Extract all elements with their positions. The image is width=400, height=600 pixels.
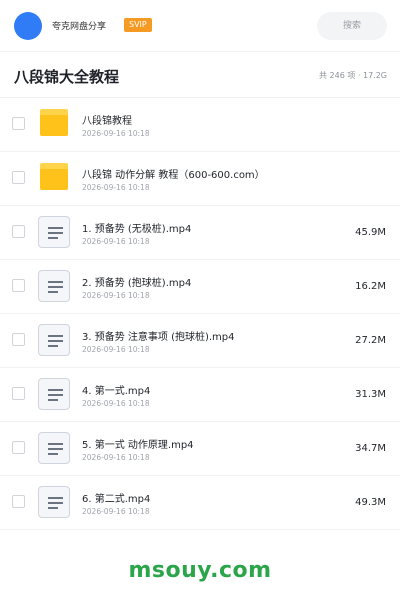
footer: msouy.com (0, 548, 400, 600)
item-date: 2026-09-16 10:18 (82, 507, 150, 516)
file-icon (38, 432, 70, 464)
item-date: 2026-09-16 10:18 (82, 453, 150, 462)
item-name[interactable]: 八段锦教程 (82, 112, 132, 127)
item-size: 16.2M (355, 281, 386, 292)
file-icon (38, 324, 70, 356)
list-item[interactable]: 八段锦 动作分解 教程（600-600.com） 2026-09-16 10:18 (0, 152, 400, 206)
select-checkbox[interactable] (12, 495, 25, 508)
file-icon (38, 486, 70, 518)
item-size: 34.7M (355, 443, 386, 454)
item-size: 31.3M (355, 389, 386, 400)
select-checkbox[interactable] (12, 441, 25, 454)
avatar[interactable] (14, 12, 42, 40)
item-name[interactable]: 八段锦 动作分解 教程（600-600.com） (82, 166, 265, 181)
select-checkbox[interactable] (12, 333, 25, 346)
folder-icon (38, 108, 70, 140)
file-list: 八段锦教程 2026-09-16 10:18 八段锦 动作分解 教程（600-600… (0, 98, 400, 530)
select-checkbox[interactable] (12, 279, 25, 292)
file-icon (38, 378, 70, 410)
file-icon (38, 216, 70, 248)
file-icon (38, 270, 70, 302)
top-bar: 夸克网盘分享 SVIP 搜索 (0, 0, 400, 52)
list-item[interactable]: 1. 预备势 (无极桩).mp4 2026-09-16 10:18 45.9M (0, 206, 400, 260)
item-name[interactable]: 5. 第一式 动作原理.mp4 (82, 436, 194, 451)
watermark-text: msouy.com (128, 558, 272, 583)
select-checkbox[interactable] (12, 117, 25, 130)
folder-header: 八段锦大全教程 共 246 项 · 17.2G (0, 52, 400, 98)
user-name: 夸克网盘分享 (52, 22, 107, 32)
list-item[interactable]: 八段锦教程 2026-09-16 10:18 (0, 98, 400, 152)
search-button[interactable]: 搜索 (317, 12, 387, 40)
item-date: 2026-09-16 10:18 (82, 291, 150, 300)
item-size: 45.9M (355, 227, 386, 238)
list-item[interactable]: 4. 第一式.mp4 2026-09-16 10:18 31.3M (0, 368, 400, 422)
list-item[interactable]: 3. 预备势 注意事项 (抱球桩).mp4 2026-09-16 10:18 27.… (0, 314, 400, 368)
item-date: 2026-09-16 10:18 (82, 129, 150, 138)
page-title: 八段锦大全教程 (14, 68, 120, 86)
select-checkbox[interactable] (12, 387, 25, 400)
item-date: 2026-09-16 10:18 (82, 345, 150, 354)
item-size: 27.2M (355, 335, 386, 346)
list-item[interactable]: 6. 第二式.mp4 2026-09-16 10:18 49.3M (0, 476, 400, 530)
item-size: 49.3M (355, 497, 386, 508)
item-date: 2026-09-16 10:18 (82, 399, 150, 408)
select-checkbox[interactable] (12, 171, 25, 184)
list-item[interactable]: 5. 第一式 动作原理.mp4 2026-09-16 10:18 34.7M (0, 422, 400, 476)
folder-icon (38, 162, 70, 194)
select-checkbox[interactable] (12, 225, 25, 238)
svip-badge: SVIP (124, 18, 152, 32)
item-date: 2026-09-16 10:18 (82, 183, 150, 192)
item-name[interactable]: 1. 预备势 (无极桩).mp4 (82, 220, 191, 235)
item-date: 2026-09-16 10:18 (82, 237, 150, 246)
item-name[interactable]: 6. 第二式.mp4 (82, 490, 150, 505)
list-item[interactable]: 2. 预备势 (抱球桩).mp4 2026-09-16 10:18 16.2M (0, 260, 400, 314)
folder-summary: 共 246 项 · 17.2G (319, 71, 387, 80)
item-name[interactable]: 2. 预备势 (抱球桩).mp4 (82, 274, 191, 289)
item-name[interactable]: 3. 预备势 注意事项 (抱球桩).mp4 (82, 328, 235, 343)
item-name[interactable]: 4. 第一式.mp4 (82, 382, 150, 397)
